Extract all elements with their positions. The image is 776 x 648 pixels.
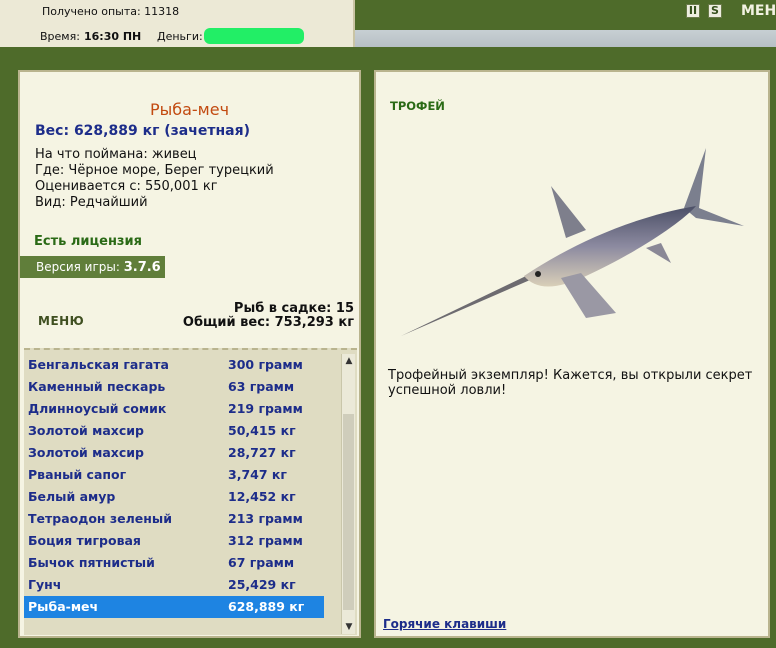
time-label: Время: (40, 30, 80, 43)
money-value-redacted (204, 28, 304, 44)
menu-button[interactable]: МЕНЮ (38, 314, 84, 328)
catch-list-rows: Бенгальская гагата 300 грамм Каменный песк… (24, 354, 342, 618)
catch-fish-weight: 300 грамм (228, 357, 303, 372)
scroll-down-icon[interactable]: ▼ (342, 620, 356, 634)
trophy-panel: ТРОФЕЙ Трофейный экземпляр! Кажется, вы … (374, 70, 770, 638)
catch-list-item[interactable]: Длинноусый сомик 219 грамм (24, 398, 342, 420)
cage-total-weight: Общий вес: 753,293 кг (182, 315, 354, 330)
catch-list-item[interactable]: Бычок пятнистый 67 грамм (24, 552, 342, 574)
scroll-up-icon[interactable]: ▲ (342, 354, 356, 368)
fish-weight: Вес: 628,889 кг (зачетная) (35, 123, 250, 139)
catch-fish-name: Боция тигровая (28, 533, 141, 548)
experience-text: Получено опыта: 11318 (42, 5, 180, 18)
scroll-thumb[interactable] (343, 414, 354, 610)
fish-name: Рыба-меч (149, 100, 230, 119)
top-menu-button[interactable]: МЕНЮ (741, 3, 776, 19)
catch-fish-weight: 213 грамм (228, 511, 303, 526)
catch-fish-name: Золотой махсир (28, 445, 144, 460)
catch-fish-weight: 628,889 кг (228, 599, 305, 614)
catch-fish-name: Рыба-меч (28, 599, 99, 614)
catch-list-item[interactable]: Гунч 25,429 кг (24, 574, 342, 596)
catch-list-item[interactable]: Золотой махсир 50,415 кг (24, 420, 342, 442)
catch-list-item[interactable]: Каменный пескарь 63 грамм (24, 376, 342, 398)
catch-list-item[interactable]: Белый амур 12,452 кг (24, 486, 342, 508)
catch-fish-name: Белый амур (28, 489, 116, 504)
cage-summary: Рыб в садке: 15 Общий вес: 753,293 кг (183, 302, 354, 330)
catch-list-item[interactable]: Рыба-меч 628,889 кг (24, 596, 324, 618)
money-label: Деньги: (157, 30, 203, 43)
trophy-description: Трофейный экземпляр! Кажется, вы открыли… (388, 368, 753, 398)
catch-fish-weight: 63 грамм (228, 379, 295, 394)
sound-button[interactable]: S (708, 4, 722, 18)
cage-count: Рыб в садке: 15 (233, 301, 354, 316)
top-right-area: II S (355, 0, 776, 47)
license-status: Есть лицензия (34, 234, 142, 249)
catch-fish-name: Гунч (28, 577, 62, 592)
catch-fish-weight: 67 грамм (228, 555, 295, 570)
catch-list-item[interactable]: Рваный сапог 3,747 кг (24, 464, 342, 486)
catch-fish-weight: 28,727 кг (228, 445, 296, 460)
version-number: 3.7.6 (123, 260, 161, 275)
catch-list-scrollbar[interactable]: ▲ ▼ (341, 354, 355, 634)
catch-list-item[interactable]: Золотой махсир 28,727 кг (24, 442, 342, 464)
fish-info-panel: Рыба-меч Вес: 628,889 кг (зачетная) На ч… (18, 70, 361, 638)
catch-fish-weight: 219 грамм (228, 401, 303, 416)
version-label: Версия игры: (36, 260, 124, 274)
catch-list: Бенгальская гагата 300 грамм Каменный песк… (24, 348, 357, 635)
fish-kind: Вид: Редчайший (35, 195, 148, 210)
catch-fish-name: Бычок пятнистый (28, 555, 155, 570)
pause-button[interactable]: II (686, 4, 700, 18)
time-value: 16:30 ПН (84, 30, 142, 43)
status-bar: Получено опыта: 11318 Время: 16:30 ПН Де… (0, 0, 355, 47)
catch-fish-weight: 12,452 кг (228, 489, 296, 504)
fish-location: Где: Чёрное море, Берег турецкий (35, 163, 274, 178)
catch-fish-weight: 25,429 кг (228, 577, 296, 592)
catch-fish-name: Золотой махсир (28, 423, 144, 438)
catch-list-item[interactable]: Бенгальская гагата 300 грамм (24, 354, 342, 376)
catch-fish-weight: 50,415 кг (228, 423, 296, 438)
catch-fish-name: Рваный сапог (28, 467, 127, 482)
catch-fish-weight: 3,747 кг (228, 467, 287, 482)
swordfish-image (401, 148, 744, 336)
catch-fish-name: Тетраодон зеленый (28, 511, 172, 526)
catch-list-item[interactable]: Тетраодон зеленый 213 грамм (24, 508, 342, 530)
catch-fish-name: Длинноусый сомик (28, 401, 167, 416)
catch-fish-name: Бенгальская гагата (28, 357, 169, 372)
catch-list-item[interactable]: Боция тигровая 312 грамм (24, 530, 342, 552)
fish-value: Оценивается с: 550,001 кг (35, 179, 218, 194)
catch-fish-weight: 312 грамм (228, 533, 303, 548)
hotkeys-link[interactable]: Горячие клавиши (383, 617, 506, 631)
game-version: Версия игры: 3.7.6 (20, 256, 165, 278)
fish-bait: На что поймана: живец (35, 147, 197, 162)
catch-fish-name: Каменный пескарь (28, 379, 166, 394)
